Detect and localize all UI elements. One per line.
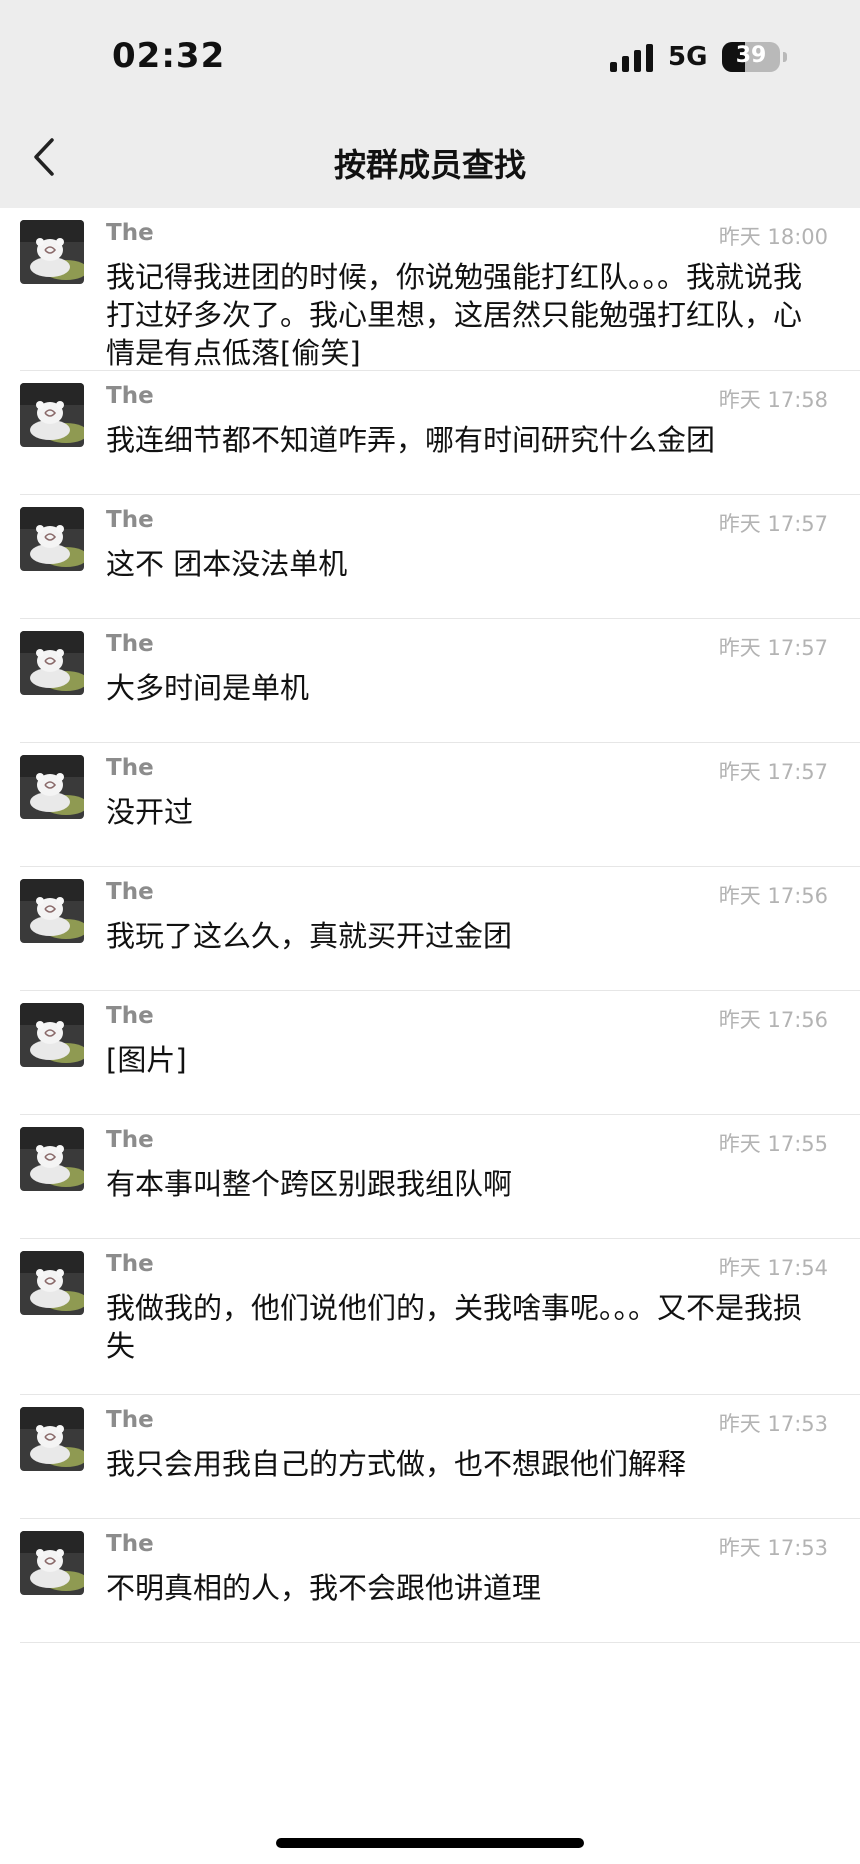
avatar[interactable]: [20, 1531, 84, 1595]
message-item[interactable]: The 昨天 17:57 这不 团本没法单机: [0, 495, 860, 619]
navigation-bar: 按群成员查找: [0, 110, 860, 208]
avatar[interactable]: [20, 383, 84, 447]
sender-name: The: [106, 220, 154, 246]
message-time: 昨天 17:57: [718, 512, 828, 536]
sender-name: The: [106, 879, 154, 905]
message-text: 我记得我进团的时候，你说勉强能打红队。。。我就说我打过好多次了。我心里想，这居然…: [106, 260, 803, 370]
message-item[interactable]: The 昨天 17:57 大多时间是单机: [0, 619, 860, 743]
message-list[interactable]: The 昨天 18:00 我记得我进团的时候，你说勉强能打红队。。。我就说我打过好多…: [0, 208, 860, 1643]
page-title: 按群成员查找: [333, 146, 526, 184]
sender-name: The: [106, 383, 154, 409]
message-time: 昨天 18:00: [718, 225, 828, 249]
message-item[interactable]: The 昨天 17:57 没开过: [0, 743, 860, 867]
message-text: 我做我的，他们说他们的，关我啥事呢。。。又不是我损失: [106, 1291, 803, 1363]
avatar[interactable]: [20, 631, 84, 695]
avatar[interactable]: [20, 879, 84, 943]
message-text: 有本事叫整个跨区别跟我组队啊: [106, 1167, 513, 1201]
message-text: [图片]: [106, 1043, 187, 1077]
message-item[interactable]: The 昨天 17:53 不明真相的人，我不会跟他讲道理: [0, 1519, 860, 1643]
message-text: 大多时间是单机: [106, 671, 310, 705]
signal-strength-icon: [610, 44, 654, 72]
message-text: 这不 团本没法单机: [106, 547, 348, 581]
battery-icon: 39: [722, 42, 780, 72]
message-item[interactable]: The 昨天 17:54 我做我的，他们说他们的，关我啥事呢。。。又不是我损失: [0, 1239, 860, 1395]
message-time: 昨天 17:55: [718, 1132, 828, 1156]
message-item[interactable]: The 昨天 17:55 有本事叫整个跨区别跟我组队啊: [0, 1115, 860, 1239]
message-time: 昨天 17:53: [718, 1536, 828, 1560]
avatar[interactable]: [20, 755, 84, 819]
message-text: 没开过: [106, 795, 194, 829]
network-type: 5G: [668, 42, 708, 72]
sender-name: The: [106, 1127, 154, 1153]
sender-name: The: [106, 755, 154, 781]
status-time: 02:32: [112, 36, 226, 76]
sender-name: The: [106, 1407, 154, 1433]
message-text: 我只会用我自己的方式做，也不想跟他们解释: [106, 1447, 687, 1481]
header-area: 02:32 5G 39 按群成员查找: [0, 0, 860, 208]
status-bar: 02:32 5G 39: [0, 0, 860, 110]
avatar[interactable]: [20, 507, 84, 571]
avatar[interactable]: [20, 220, 84, 284]
message-time: 昨天 17:54: [718, 1256, 828, 1280]
sender-name: The: [106, 631, 154, 657]
sender-name: The: [106, 1531, 154, 1557]
message-time: 昨天 17:56: [718, 884, 828, 908]
sender-name: The: [106, 1003, 154, 1029]
message-item[interactable]: The 昨天 17:56 我玩了这么久，真就买开过金团: [0, 867, 860, 991]
avatar[interactable]: [20, 1003, 84, 1067]
message-time: 昨天 17:56: [718, 1008, 828, 1032]
battery-tip: [783, 52, 787, 62]
sender-name: The: [106, 1251, 154, 1277]
sender-name: The: [106, 507, 154, 533]
message-text: 不明真相的人，我不会跟他讲道理: [106, 1571, 542, 1605]
message-time: 昨天 17:57: [718, 636, 828, 660]
message-item[interactable]: The 昨天 17:58 我连细节都不知道咋弄，哪有时间研究什么金团: [0, 371, 860, 495]
message-time: 昨天 17:57: [718, 760, 828, 784]
message-item[interactable]: The 昨天 17:53 我只会用我自己的方式做，也不想跟他们解释: [0, 1395, 860, 1519]
message-item[interactable]: The 昨天 18:00 我记得我进团的时候，你说勉强能打红队。。。我就说我打过好多…: [0, 208, 860, 371]
avatar[interactable]: [20, 1407, 84, 1471]
home-indicator[interactable]: [276, 1838, 584, 1848]
avatar[interactable]: [20, 1127, 84, 1191]
message-text: 我玩了这么久，真就买开过金团: [106, 919, 513, 953]
battery-level: 39: [735, 43, 767, 68]
message-text: 我连细节都不知道咋弄，哪有时间研究什么金团: [106, 423, 716, 457]
message-time: 昨天 17:53: [718, 1412, 828, 1436]
message-time: 昨天 17:58: [718, 388, 828, 412]
message-item[interactable]: The 昨天 17:56 [图片]: [0, 991, 860, 1115]
avatar[interactable]: [20, 1251, 84, 1315]
